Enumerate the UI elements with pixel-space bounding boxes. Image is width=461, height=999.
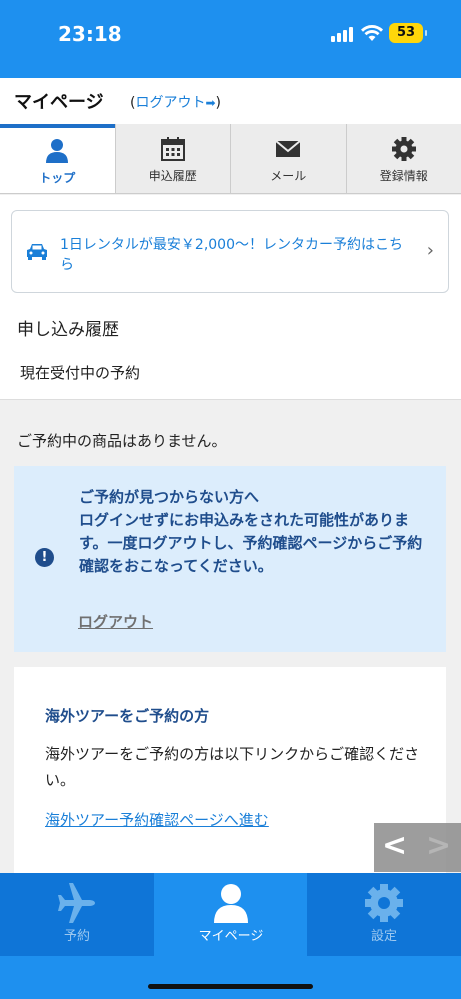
calendar-icon bbox=[160, 137, 185, 161]
rental-banner-text: 1日レンタルが最安￥2,000〜！レンタカー予約はこちら bbox=[60, 237, 403, 273]
signal-icon bbox=[331, 26, 355, 42]
wifi-icon bbox=[361, 25, 383, 41]
gear-icon bbox=[365, 884, 403, 922]
notice-logout-link[interactable]: ログアウト bbox=[78, 611, 153, 632]
airplane-icon bbox=[58, 883, 95, 923]
forward-arrow-button[interactable]: > bbox=[426, 828, 451, 863]
chevron-right-icon: › bbox=[426, 240, 434, 261]
tab-mail[interactable]: メール bbox=[230, 124, 346, 193]
page-title: マイページ bbox=[14, 92, 104, 113]
bottom-tab-settings-label: 設定 bbox=[370, 929, 397, 944]
logout-icon: ➡ bbox=[205, 96, 216, 110]
notice-text: ご予約が見つからない方へ ログインせずにお申込みをされた可能性があります。一度ロ… bbox=[79, 488, 423, 575]
tab-top[interactable]: トップ bbox=[0, 124, 115, 193]
rental-banner[interactable]: 1日レンタルが最安￥2,000〜！レンタカー予約はこちら › bbox=[11, 210, 449, 293]
mail-icon bbox=[275, 140, 301, 157]
tab-profile[interactable]: 登録情報 bbox=[345, 124, 461, 193]
tab-mail-label: メール bbox=[270, 169, 307, 183]
empty-message: ご予約中の商品はありません。 bbox=[17, 432, 227, 450]
mypage-tabs: トップ 申込履歴 メール 登録情報 bbox=[0, 124, 461, 194]
car-icon bbox=[27, 244, 47, 260]
main-content: 1日レンタルが最安￥2,000〜！レンタカー予約はこちら › 申し込み履歴 現在… bbox=[0, 195, 461, 873]
bottom-tab-mypage[interactable]: マイページ bbox=[154, 873, 308, 956]
bottom-tab-reservation-label: 予約 bbox=[63, 929, 90, 944]
bottom-tab-mypage-label: マイページ bbox=[198, 929, 264, 944]
notice-box: ! ご予約が見つからない方へ ログインせずにお申込みをされた可能性があります。一… bbox=[14, 466, 446, 652]
page-header: マイページ (ログアウト➡) bbox=[0, 78, 461, 126]
tab-history-label: 申込履歴 bbox=[148, 169, 197, 183]
tab-profile-label: 登録情報 bbox=[379, 169, 428, 183]
page-nav-arrows: < > bbox=[374, 823, 461, 872]
gear-icon bbox=[391, 137, 416, 161]
history-panel: ご予約中の商品はありません。 ! ご予約が見つからない方へ ログインせずにお申込… bbox=[0, 399, 461, 873]
battery-icon: 53 bbox=[389, 23, 427, 43]
user-icon bbox=[46, 139, 69, 163]
info-icon: ! bbox=[35, 548, 54, 567]
home-indicator bbox=[148, 984, 313, 989]
status-bar: 23:18 53 bbox=[0, 0, 461, 78]
overseas-link[interactable]: 海外ツアー予約確認ページへ進む bbox=[45, 809, 269, 830]
history-title: 申し込み履歴 bbox=[17, 320, 119, 340]
overseas-body: 海外ツアーをご予約の方は以下リンクからご確認ください。 bbox=[45, 745, 420, 789]
history-subtitle: 現在受付中の予約 bbox=[20, 364, 141, 382]
tab-top-label: トップ bbox=[39, 171, 76, 185]
bottom-tab-reservation[interactable]: 予約 bbox=[0, 873, 154, 956]
header-logout-link[interactable]: (ログアウト➡) bbox=[130, 92, 221, 112]
back-arrow-button[interactable]: < bbox=[382, 828, 407, 863]
overseas-title: 海外ツアーをご予約の方 bbox=[45, 707, 210, 725]
logout-label[interactable]: ログアウト bbox=[135, 95, 205, 111]
bottom-tab-settings[interactable]: 設定 bbox=[307, 873, 461, 956]
status-time: 23:18 bbox=[58, 22, 122, 46]
bottom-tab-bar: 予約 マイページ 設定 bbox=[0, 873, 461, 999]
tab-history[interactable]: 申込履歴 bbox=[114, 124, 230, 193]
user-icon bbox=[214, 884, 248, 923]
paren-close: ) bbox=[215, 95, 221, 111]
